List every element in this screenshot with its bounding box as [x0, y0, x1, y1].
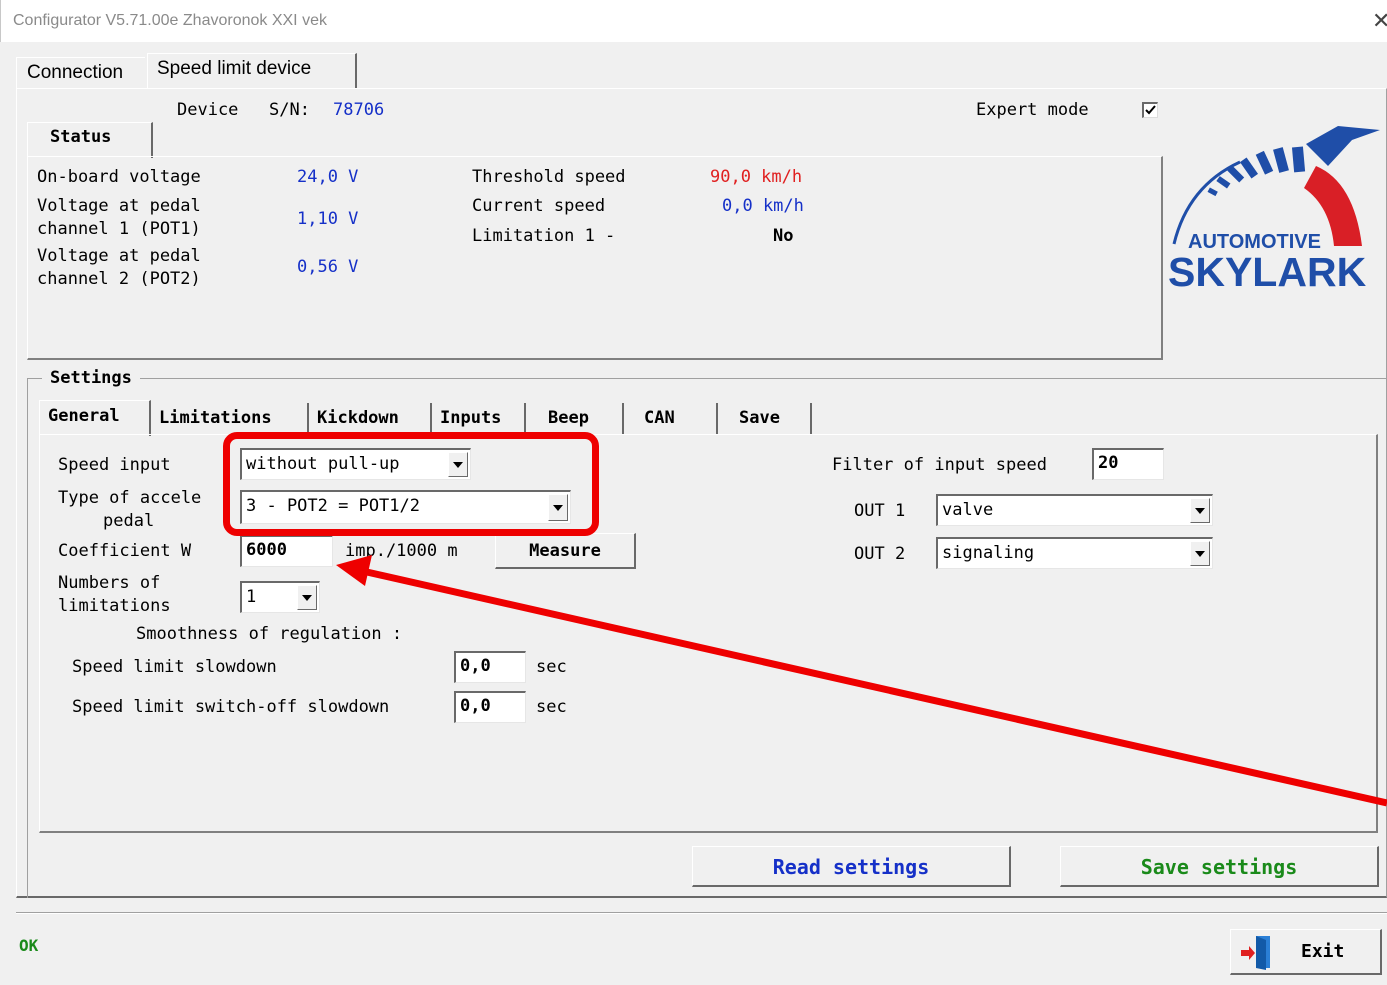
status-text: OK: [19, 936, 39, 955]
exit-button-label: Exit: [1301, 941, 1345, 962]
save-settings-button[interactable]: Save settings: [1060, 846, 1379, 887]
read-settings-button[interactable]: Read settings: [692, 846, 1011, 887]
exit-door-icon: [1241, 936, 1270, 970]
exit-button[interactable]: Exit: [1230, 929, 1382, 975]
annotation-arrow-icon: [336, 555, 1387, 807]
bottom-separator: [16, 912, 1387, 914]
